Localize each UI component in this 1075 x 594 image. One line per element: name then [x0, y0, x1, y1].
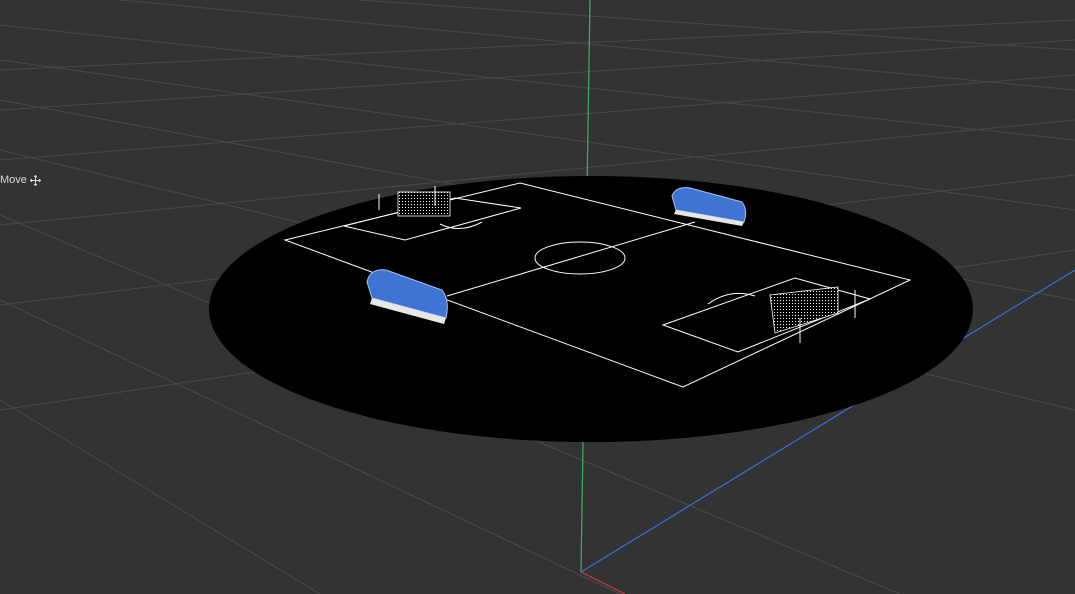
3d-viewport[interactable]: Move: [0, 0, 1075, 594]
grid-line: [119, 0, 1075, 91]
tool-label: Move: [0, 174, 27, 186]
grid-line: [0, 19, 1075, 71]
platform-disc[interactable]: [209, 176, 973, 442]
grid-line: [0, 74, 1075, 161]
x-axis-line: [580, 571, 626, 594]
move-arrows-icon: [29, 174, 41, 186]
active-tool-indicator[interactable]: Move: [0, 172, 41, 188]
scene-canvas[interactable]: [0, 0, 1075, 594]
goal-far-net: [397, 191, 451, 217]
